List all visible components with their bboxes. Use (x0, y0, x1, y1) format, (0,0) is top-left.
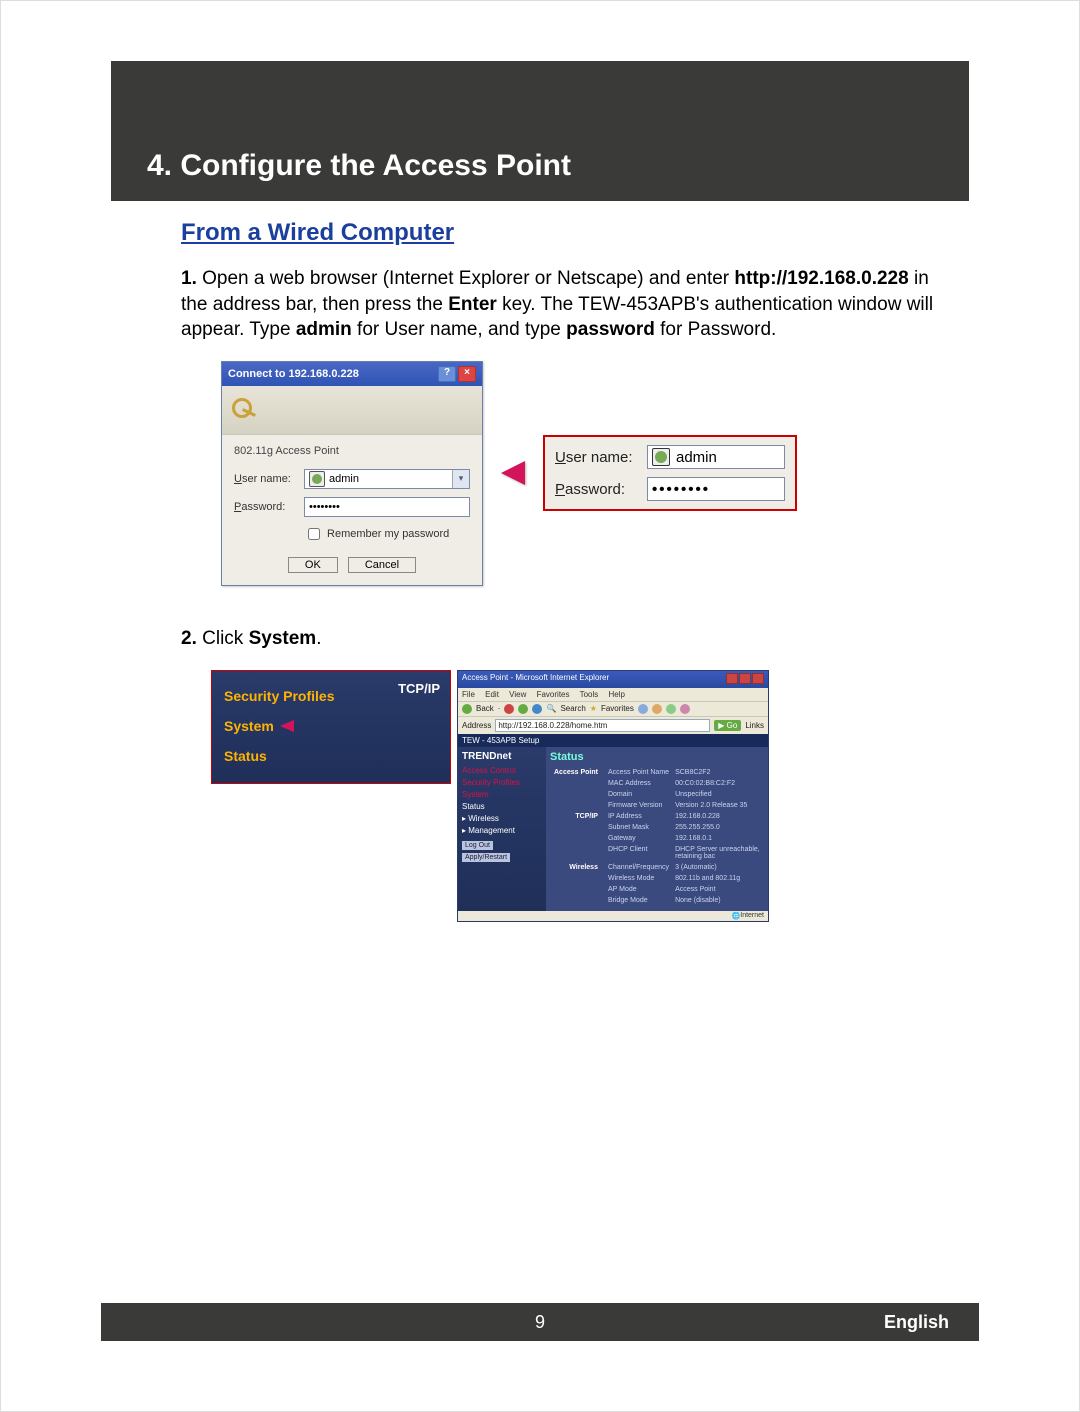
step2-num: 2. (181, 628, 197, 649)
refresh-icon[interactable] (518, 704, 528, 714)
subhead-wired: From a Wired Computer (181, 219, 939, 247)
arrow-left-icon (280, 720, 294, 732)
callout-pass-label: Password: (555, 481, 647, 498)
dialog-title-text: Connect to 192.168.0.228 (228, 368, 359, 380)
browser-menubar: File Edit View Favorites Tools Help (458, 688, 768, 701)
help-icon[interactable]: ? (438, 366, 456, 382)
sidebar-item-status[interactable]: Status (224, 741, 440, 771)
cancel-button[interactable]: Cancel (348, 557, 416, 573)
section-banner: 4. Configure the Access Point (111, 61, 969, 201)
media-icon[interactable] (638, 704, 648, 714)
print-icon[interactable] (680, 704, 690, 714)
auth-dialog: Connect to 192.168.0.228 ? × 802.11g Acc… (221, 361, 483, 586)
callout-pass-value: •••••••• (647, 477, 785, 501)
key-icon (230, 396, 258, 424)
back-icon[interactable] (462, 704, 472, 714)
callout-user-value: admin (647, 445, 785, 469)
status-heading: Status (550, 751, 764, 763)
person-icon (309, 471, 325, 487)
nav-status[interactable]: Status (462, 802, 542, 811)
internet-zone-icon: 🌐 (732, 912, 741, 920)
forward-icon[interactable]: · (498, 704, 501, 713)
address-bar: Address http://192.168.0.228/home.htm ▶ … (458, 717, 768, 734)
password-input[interactable]: •••••••• (304, 497, 470, 517)
menu-tools[interactable]: Tools (580, 690, 599, 699)
apply-button[interactable]: Apply/Restart (462, 853, 510, 862)
page-number: 9 (535, 1312, 545, 1333)
window-buttons (725, 673, 764, 686)
close-icon[interactable] (752, 673, 764, 684)
close-icon[interactable]: × (458, 366, 476, 382)
username-label: User name: (234, 473, 304, 485)
step1-num: 1. (181, 268, 197, 289)
menu-favorites[interactable]: Favorites (537, 690, 570, 699)
step-2: 2. Click System. (181, 626, 939, 652)
brand-logo: TRENDnet (462, 751, 542, 762)
history-icon[interactable] (652, 704, 662, 714)
stop-icon[interactable] (504, 704, 514, 714)
browser-main: Status Access PointAccess Point NameSCB8… (546, 747, 768, 911)
browser-statusbar: 🌐 Internet (458, 911, 768, 921)
ok-button[interactable]: OK (288, 557, 338, 573)
nav-system[interactable]: System (462, 790, 542, 799)
setup-bar: TEW - 453APB Setup (458, 734, 768, 747)
password-label: Password: (234, 501, 304, 513)
browser-sidebar: TRENDnet Access Control Security Profile… (458, 747, 546, 911)
nav-management[interactable]: ▸ Management (462, 826, 542, 835)
page-footer: 9 English (101, 1303, 979, 1341)
footer-language: English (884, 1312, 949, 1333)
search-icon[interactable]: 🔍 (546, 704, 556, 713)
banner-title: 4. Configure the Access Point (147, 149, 571, 183)
username-input[interactable]: admin ▾ (304, 469, 470, 489)
menu-file[interactable]: File (462, 690, 475, 699)
url-input[interactable]: http://192.168.0.228/home.htm (495, 719, 710, 732)
step-1: 1. Open a web browser (Internet Explorer… (181, 266, 939, 343)
browser-titlebar: Access Point - Microsoft Internet Explor… (458, 671, 768, 688)
tcpip-label: TCP/IP (398, 681, 440, 696)
nav-access-control[interactable]: Access Control (462, 766, 542, 775)
nav-wireless[interactable]: ▸ Wireless (462, 814, 542, 823)
remember-checkbox[interactable]: Remember my password (304, 525, 470, 543)
maximize-icon[interactable] (739, 673, 751, 684)
callout-user-label: User name: (555, 449, 647, 466)
favorites-icon[interactable]: ★ (590, 704, 597, 713)
go-button[interactable]: ▶ Go (714, 720, 741, 731)
mail-icon[interactable] (666, 704, 676, 714)
sidebar-callout: TCP/IP Security Profiles System Status (211, 670, 451, 784)
dialog-realm: 802.11g Access Point (234, 445, 470, 457)
sidebar-item-security-profiles[interactable]: Security Profiles (224, 681, 398, 711)
logout-button[interactable]: Log Out (462, 841, 493, 850)
credentials-callout: User name: admin Password: •••••••• (543, 435, 797, 511)
browser-toolbar: Back · 🔍 Search ★ Favorites (458, 701, 768, 717)
browser-window: Access Point - Microsoft Internet Explor… (457, 670, 769, 922)
menu-help[interactable]: Help (609, 690, 625, 699)
remember-checkbox-box[interactable] (308, 528, 320, 540)
dialog-key-art (222, 386, 482, 435)
minimize-icon[interactable] (726, 673, 738, 684)
chevron-down-icon[interactable]: ▾ (452, 470, 469, 488)
status-table: Access PointAccess Point NameSCB8C2F2 MA… (550, 766, 764, 907)
arrow-left-icon (501, 461, 525, 485)
dialog-titlebar: Connect to 192.168.0.228 ? × (222, 362, 482, 386)
menu-view[interactable]: View (509, 690, 526, 699)
person-icon (652, 448, 670, 466)
nav-security-profiles[interactable]: Security Profiles (462, 778, 542, 787)
menu-edit[interactable]: Edit (485, 690, 499, 699)
sidebar-item-system[interactable]: System (224, 711, 440, 741)
home-icon[interactable] (532, 704, 542, 714)
